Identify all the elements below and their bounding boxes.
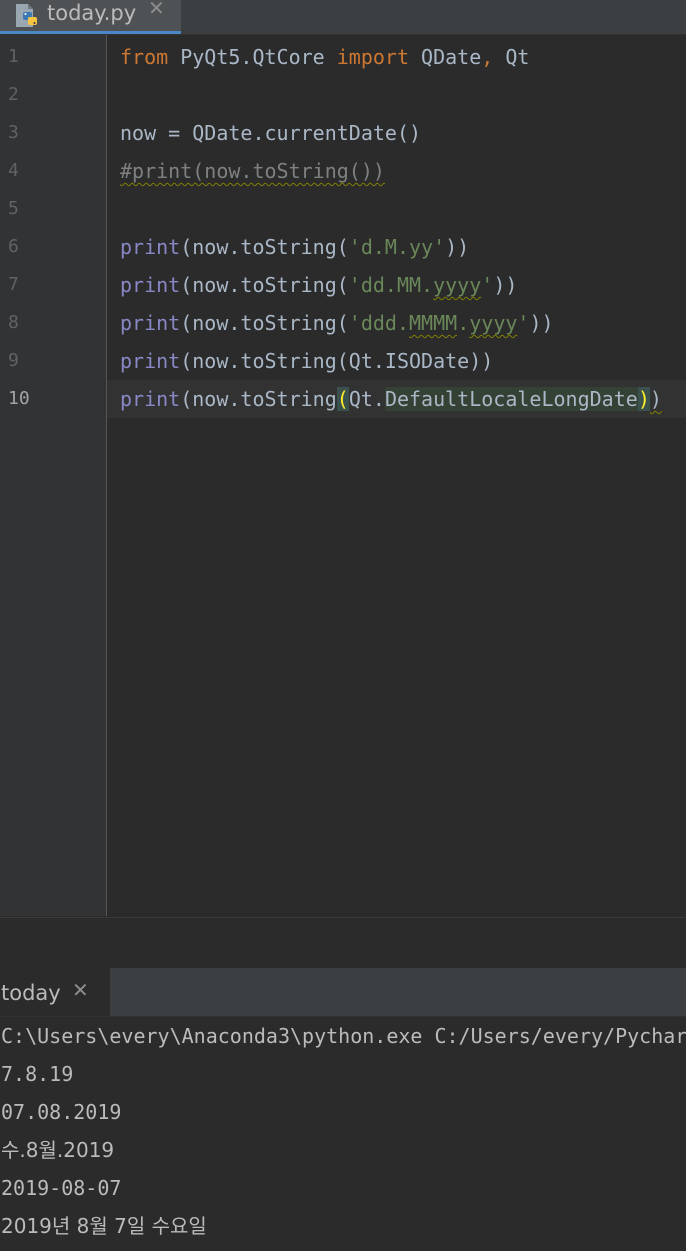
string-literal-typo: yyyy [469,311,518,335]
tab-run-today[interactable]: today ✕ [0,968,110,1016]
current-line-number: 10 [8,388,30,409]
line-number: 8 [8,312,19,333]
call-close: ) [649,387,662,411]
code-line-4[interactable]: #print(now.toString()) [120,152,385,190]
line-number: 3 [8,122,19,143]
string-quote: ' [348,273,361,297]
string-literal: d.M.yy [360,235,434,259]
tab-today-py[interactable]: today.py ✕ [0,0,181,34]
call-text: (now.toString( [180,235,349,259]
comma: , [481,45,494,69]
string-quote: ' [348,311,361,335]
call-text: (now.toString( [180,311,349,335]
editor-tab-bar: today.py ✕ [0,0,686,35]
code-line-9[interactable]: print(now.toString(Qt.ISODate)) [120,342,493,380]
run-tab-label: today [1,981,61,1005]
builtin-print: print [120,273,181,297]
call-close: )) [529,311,554,335]
run-tab-bar: today ✕ [0,968,686,1017]
console-output-line: 수.8월.2019 [1,1138,115,1162]
line-number: 7 [8,274,19,295]
call-text: (now.toString [180,387,337,411]
code-line-10[interactable]: print(now.toString(Qt.DefaultLocaleLongD… [120,380,662,418]
keyword-from: from [120,45,169,69]
panel-splitter[interactable] [0,917,686,968]
call-close: )) [445,235,470,259]
call-close: )) [493,273,518,297]
console-command-line: C:\Users\every\Anaconda3\python.exe C:/U… [1,1024,686,1048]
matched-brace-open: ( [336,387,349,411]
console-output-line: 07.08.2019 [1,1100,122,1124]
console-output-line: 7.8.19 [1,1062,74,1086]
code-editor[interactable]: 1 2 3 4 5 6 7 8 9 10 from PyQt5.QtCore i… [0,35,686,916]
code-line-1[interactable]: from PyQt5.QtCore import QDate, Qt [120,38,529,76]
close-icon[interactable]: ✕ [72,978,89,1002]
tab-filename: today.py [47,1,137,25]
string-quote: ' [481,273,494,297]
imported-name: QDate [409,45,482,69]
run-console-output[interactable]: C:\Users\every\Anaconda3\python.exe C:/U… [0,1017,686,1251]
builtin-print: print [120,311,181,335]
module-name: PyQt5.QtCore [168,45,337,69]
line-number: 1 [8,46,19,67]
console-output-line: 2019-08-07 [1,1176,122,1200]
console-output-line: 2019년 8월 7일 수요일 [1,1214,207,1238]
call-text: (now.toString(Qt.ISODate)) [180,349,494,373]
string-literal: ddd. [360,311,410,335]
string-literal-typo: yyyy [433,273,482,297]
string-quote: ' [433,235,446,259]
imported-name: Qt [493,45,530,69]
line-number: 2 [8,84,19,105]
string-quote: ' [348,235,361,259]
close-icon[interactable]: ✕ [148,0,165,20]
string-literal: . [457,311,470,335]
line-number: 9 [8,350,19,371]
line-number: 5 [8,198,19,219]
call-text: (now.toString( [180,273,349,297]
identifier-highlight: DefaultLocaleLongDate [384,387,638,411]
code-line-7[interactable]: print(now.toString('dd.MM.yyyy')) [120,266,517,304]
builtin-print: print [120,235,181,259]
code-line-3[interactable]: now = QDate.currentDate() [120,114,421,152]
keyword-import: import [336,45,409,69]
code-line-8[interactable]: print(now.toString('ddd.MMMM.yyyy')) [120,304,554,342]
python-file-icon [16,4,37,27]
qt-prefix: Qt. [348,387,385,411]
string-literal: dd.MM. [360,273,434,297]
line-number: 4 [8,160,19,181]
string-literal-typo: MMMM [409,311,458,335]
builtin-print: print [120,387,181,411]
line-number: 6 [8,236,19,257]
matched-brace-close: ) [637,387,650,411]
string-quote: ' [517,311,530,335]
line-number-gutter: 1 2 3 4 5 6 7 8 9 10 [0,35,107,916]
comment: #print(now.toString()) [120,159,385,183]
code-line-6[interactable]: print(now.toString('d.M.yy')) [120,228,469,266]
builtin-print: print [120,349,181,373]
